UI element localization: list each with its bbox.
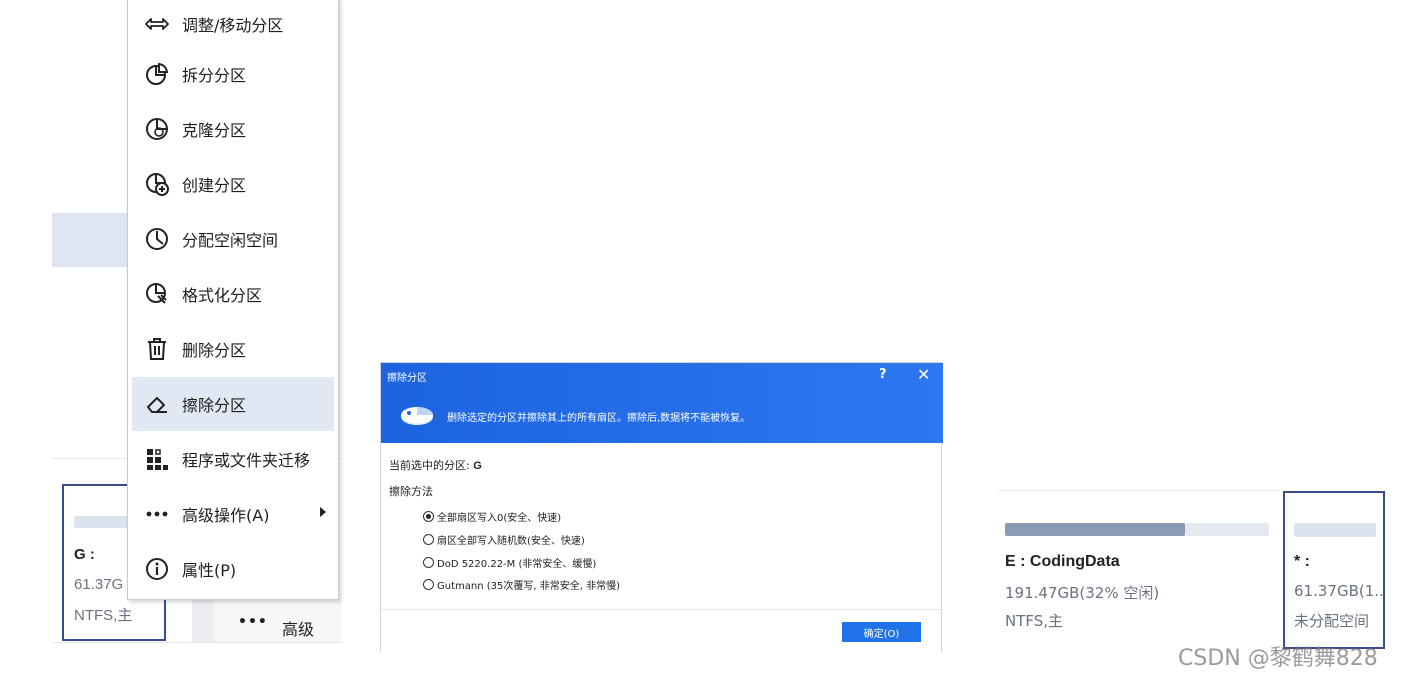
eraser-icon (144, 391, 170, 417)
menu-item-label: 擦除分区 (182, 396, 247, 415)
dialog-header: 擦除分区 ? ✕ 删除选定的分区并擦除其上的所有扇区。擦除后,数据将不能被恢复。 (381, 363, 943, 443)
split-partition-icon (144, 61, 170, 87)
partition-list-background (52, 0, 132, 460)
allocate-space-icon (144, 226, 170, 252)
selected-list-row[interactable] (52, 213, 132, 267)
disk-wipe-icon (399, 401, 435, 433)
current-partition-label: 当前选中的分区: (389, 459, 470, 472)
menu-item-label: 克隆分区 (182, 121, 247, 140)
menu-item-label: 调整/移动分区 (182, 16, 284, 35)
menu-item-resize-move[interactable]: 调整/移动分区 (132, 0, 334, 51)
menu-item-delete[interactable]: 删除分区 (132, 322, 334, 376)
partition-name: E : CodingData (1005, 553, 1120, 570)
dialog-description: 删除选定的分区并擦除其上的所有扇区。擦除后,数据将不能被恢复。 (447, 413, 751, 424)
menu-item-advanced[interactable]: 高级操作(A) (132, 487, 334, 541)
partition-card-unallocated[interactable]: * : 61.37GB(1.. 未分配空间 (1283, 491, 1385, 649)
radio-button[interactable] (423, 534, 434, 545)
menu-item-label: 程序或文件夹迁移 (182, 451, 311, 470)
usage-bar (1005, 523, 1269, 536)
partition-context-menu: 调整/移动分区 拆分分区 克隆分区 创建分区 分配空闲空间 格式化分区 删除分区… (127, 0, 339, 600)
current-partition: 当前选中的分区: G (389, 457, 482, 473)
ok-button[interactable]: 确定(O) (842, 622, 921, 642)
menu-item-label: 拆分分区 (182, 66, 247, 85)
watermark: CSDN @黎鹤舞828 (1178, 646, 1378, 671)
partition-size: 191.47GB(32% 空闲) (1005, 584, 1160, 602)
current-partition-value: G (473, 460, 482, 472)
menu-item-label: 删除分区 (182, 341, 247, 360)
wipe-method-label: 擦除方法 (389, 485, 433, 498)
usage-bar (74, 516, 134, 528)
help-icon[interactable]: ? (879, 367, 887, 382)
partition-size: 61.37GB(1.. (1294, 582, 1384, 600)
create-partition-icon (144, 171, 170, 197)
menu-item-label: 创建分区 (182, 176, 247, 195)
wipe-option-random[interactable]: 扇区全部写入随机数(安全、快速) (423, 532, 585, 547)
app-migrate-icon (144, 446, 170, 472)
wipe-option-gutmann[interactable]: Gutmann (35次覆写, 非常安全, 非常慢) (423, 577, 620, 592)
divider (381, 609, 943, 610)
submenu-arrow-icon (320, 507, 326, 517)
menu-item-create[interactable]: 创建分区 (132, 157, 334, 211)
menu-item-label: 属性(P) (182, 561, 237, 580)
wipe-partition-dialog: 擦除分区 ? ✕ 删除选定的分区并擦除其上的所有扇区。擦除后,数据将不能被恢复。… (380, 362, 943, 653)
partition-size: 61.37G (74, 576, 124, 593)
menu-item-label: 高级操作(A) (182, 506, 270, 525)
advanced-label: 高级 (282, 620, 315, 639)
resize-move-icon (144, 11, 170, 37)
wipe-option-zero[interactable]: 全部扇区写入0(安全、快速) (423, 509, 561, 524)
radio-button[interactable] (423, 511, 434, 522)
option-label: DoD 5220.22-M (非常安全、缓慢) (437, 559, 597, 570)
menu-item-label: 格式化分区 (182, 286, 263, 305)
partition-filesystem: 未分配空间 (1294, 612, 1370, 630)
menu-item-app-migrate[interactable]: 程序或文件夹迁移 (132, 432, 334, 486)
close-icon[interactable]: ✕ (917, 365, 930, 384)
trash-icon (144, 336, 170, 362)
option-label: 扇区全部写入随机数(安全、快速) (437, 536, 585, 547)
format-partition-icon (144, 281, 170, 307)
menu-item-label: 分配空闲空间 (182, 231, 279, 250)
menu-item-properties[interactable]: 属性(P) (132, 542, 334, 596)
usage-bar-fill (1005, 523, 1185, 536)
partition-name: G : (74, 546, 95, 563)
partition-filesystem: NTFS,主 (74, 607, 133, 624)
more-dots-icon: ••• (238, 614, 268, 630)
usage-bar (1294, 523, 1376, 537)
menu-item-wipe[interactable]: 擦除分区 (132, 377, 334, 431)
clone-partition-icon (144, 116, 170, 142)
option-label: Gutmann (35次覆写, 非常安全, 非常慢) (437, 581, 620, 592)
radio-button[interactable] (423, 579, 434, 590)
panel-edge (192, 600, 214, 642)
partition-name: * : (1294, 553, 1310, 570)
menu-item-allocate-space[interactable]: 分配空闲空间 (132, 212, 334, 266)
menu-item-split[interactable]: 拆分分区 (132, 47, 334, 101)
menu-item-format[interactable]: 格式化分区 (132, 267, 334, 321)
partition-filesystem: NTFS,主 (1005, 612, 1064, 630)
screenshot-stage: G : 61.37G NTFS,主 ••• 高级 调整/移动分区 拆分分区 克隆… (0, 0, 1416, 681)
menu-item-clone[interactable]: 克隆分区 (132, 102, 334, 156)
partition-card-e[interactable]: E : CodingData 191.47GB(32% 空闲) NTFS,主 (996, 490, 1280, 650)
advanced-button[interactable]: ••• 高级 (192, 600, 342, 642)
option-label: 全部扇区写入0(安全、快速) (437, 513, 562, 524)
info-icon (144, 556, 170, 582)
divider (52, 642, 342, 643)
dialog-title: 擦除分区 (387, 373, 427, 384)
more-dots-icon (144, 501, 170, 527)
wipe-option-dod[interactable]: DoD 5220.22-M (非常安全、缓慢) (423, 555, 596, 570)
dialog-body: 当前选中的分区: G 擦除方法 全部扇区写入0(安全、快速) 扇区全部写入随机数… (381, 443, 943, 653)
radio-button[interactable] (423, 557, 434, 568)
